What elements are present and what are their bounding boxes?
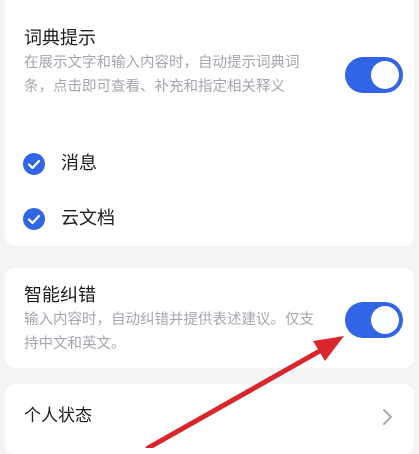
chevron-right-icon [383,409,392,425]
option-messages[interactable]: 消息 [5,138,414,190]
dictionary-hint-toggle[interactable] [345,57,403,93]
personal-status-row[interactable]: 个人状态 [5,384,414,454]
option-cloud-docs[interactable]: 云文档 [5,193,414,245]
toggle-knob [371,306,399,334]
checkmark-circle-icon[interactable] [23,153,45,175]
option-messages-label: 消息 [61,153,97,174]
smart-correction-card: 智能纠错 输入内容时，自动纠错并提供表述建议。仅支持中文和英文。 [5,268,414,368]
dictionary-hint-title: 词典提示 [24,28,96,49]
personal-status-title: 个人状态 [24,406,92,426]
smart-correction-description: 输入内容时，自动纠错并提供表述建议。仅支持中文和英文。 [24,312,314,352]
option-cloud-docs-label: 云文档 [61,208,115,229]
smart-correction-toggle[interactable] [345,302,403,338]
checkmark-circle-icon[interactable] [23,208,45,230]
smart-correction-title: 智能纠错 [24,285,96,306]
dictionary-hint-description: 在展示文字和输入内容时，自动提示词典词条，点击即可查看、补充和指定相关释义 [24,55,300,95]
toggle-knob [371,61,399,89]
dictionary-hint-card: 词典提示 在展示文字和输入内容时，自动提示词典词条，点击即可查看、补充和指定相关… [5,0,414,246]
